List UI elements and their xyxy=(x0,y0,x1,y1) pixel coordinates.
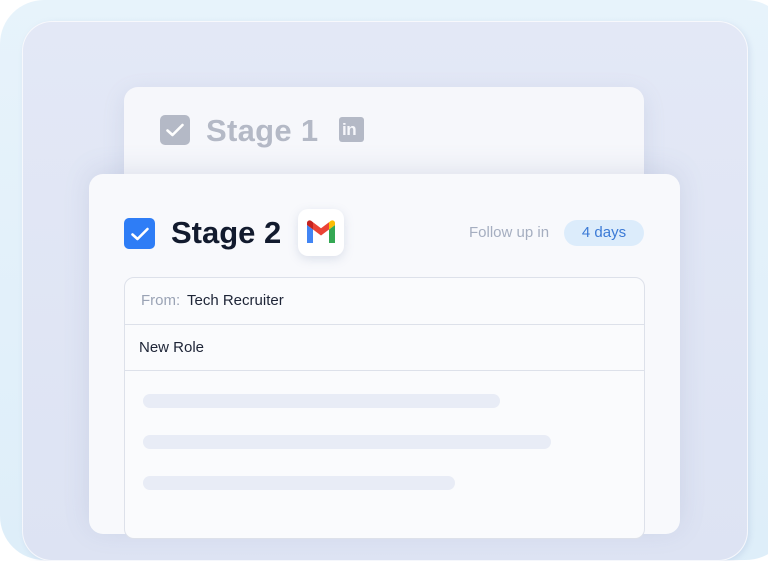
gmail-icon xyxy=(298,209,344,256)
stage-2-checkbox[interactable] xyxy=(124,218,155,249)
follow-up-days-badge[interactable]: 4 days xyxy=(564,220,644,246)
stage-1-title: Stage 1 xyxy=(206,113,319,148)
email-preview: From: Tech Recruiter New Role xyxy=(124,277,645,539)
linkedin-icon: in xyxy=(339,117,364,142)
from-value: Tech Recruiter xyxy=(187,292,284,309)
from-row: From: Tech Recruiter xyxy=(125,278,644,325)
subject-row[interactable]: New Role xyxy=(125,324,644,371)
body-placeholder-line xyxy=(143,394,500,408)
follow-up-label: Follow up in xyxy=(469,224,550,241)
from-label: From: xyxy=(141,292,181,309)
stage-1-checkbox[interactable] xyxy=(160,115,190,145)
subject-text: New Role xyxy=(139,339,205,356)
stage-2-title: Stage 2 xyxy=(171,215,282,250)
checkmark-icon xyxy=(166,123,184,137)
body-placeholder-line xyxy=(143,435,551,449)
linkedin-icon-glyph: in xyxy=(342,120,357,139)
checkmark-icon xyxy=(130,227,149,240)
body-placeholder-line xyxy=(143,476,455,490)
